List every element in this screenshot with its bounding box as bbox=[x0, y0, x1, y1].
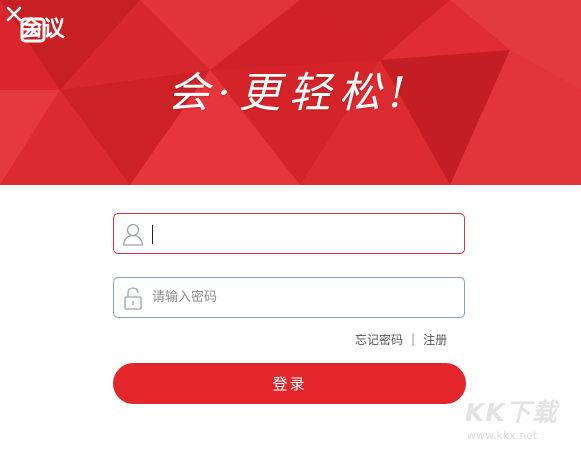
watermark: KK下载 www.kkx.net bbox=[465, 393, 575, 448]
password-input[interactable] bbox=[152, 284, 452, 311]
link-separator: | bbox=[411, 332, 416, 346]
username-field[interactable] bbox=[113, 213, 465, 254]
close-icon[interactable] bbox=[0, 0, 28, 28]
watermark-brand: KK下载 bbox=[465, 398, 558, 427]
register-link[interactable]: 注册 bbox=[423, 331, 447, 348]
forgot-password-link[interactable]: 忘记密码 bbox=[355, 331, 403, 348]
login-window: 会议 会·更轻松! 忘记密码 | 注册 登录 KK下载 www.kkx.net bbox=[0, 0, 581, 450]
password-field[interactable] bbox=[113, 277, 465, 318]
slogan: 会·更轻松! bbox=[167, 68, 414, 117]
watermark-url: www.kkx.net bbox=[467, 429, 538, 442]
login-button[interactable]: 登录 bbox=[113, 363, 466, 404]
lock-icon bbox=[124, 287, 142, 310]
account-links: 忘记密码 | 注册 bbox=[355, 330, 447, 348]
user-icon bbox=[122, 223, 144, 246]
username-input[interactable] bbox=[152, 220, 452, 247]
header-banner: 会议 会·更轻松! bbox=[0, 0, 581, 185]
